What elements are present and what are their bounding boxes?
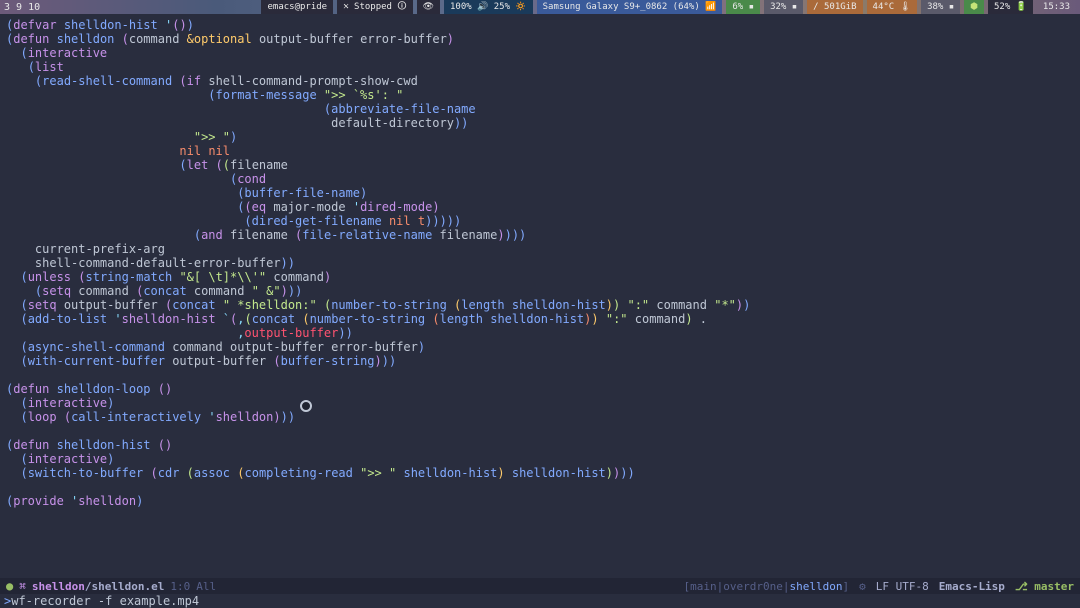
host-widget: emacs@pride (261, 0, 333, 14)
mem-widget: 32% ▪ (764, 0, 803, 14)
gpu-widget: 38% ▪ (921, 0, 960, 14)
modeline: ● ⌘ shelldon/shelldon.el 1:0 All [main|o… (0, 578, 1080, 594)
volume-widget[interactable]: 100% 🔊 25% 🔅 (444, 0, 533, 14)
workspace-btn[interactable]: 3 (4, 2, 10, 13)
system-topbar: 3 9 10 emacs@pride 🞫 Stopped 🛈 👁 100% 🔊 … (0, 0, 1080, 14)
minibuffer-input[interactable]: wf-recorder -f example.mp4 (11, 594, 199, 608)
temp-widget: 44°C 🌡 (867, 0, 918, 14)
gear-icon[interactable]: ⚙ (859, 580, 866, 593)
status-widgets: emacs@pride 🞫 Stopped 🛈 👁 100% 🔊 25% 🔅 S… (261, 0, 1076, 14)
device-widget[interactable]: Samsung Galaxy S9+_0862 (64%) 📶 (537, 0, 723, 14)
workspace-btn[interactable]: 10 (28, 2, 40, 13)
minibuffer[interactable]: > wf-recorder -f example.mp4 (0, 594, 1080, 608)
minibuffer-prompt: > (4, 594, 11, 608)
code-editor[interactable]: (defvar shelldon-hist '()) (defun shelld… (0, 14, 1080, 578)
cursor-position: 1:0 (170, 580, 190, 593)
spacer-widget: ⬢ (964, 0, 984, 14)
project-name[interactable]: shelldon (32, 580, 85, 593)
major-mode[interactable]: Emacs-Lisp (939, 580, 1005, 593)
vcs-branch[interactable]: ⎇ master (1015, 580, 1074, 593)
sync-widget: 🞫 Stopped 🛈 (337, 0, 412, 14)
perspective-list[interactable]: [main|overdr0ne|shelldon] (684, 580, 850, 593)
disk-widget: / 501GiB (807, 0, 862, 14)
eye-icon: 👁 (417, 0, 440, 14)
evil-state-indicator: ● (6, 579, 13, 593)
cpu-widget: 6% ▪ (726, 0, 760, 14)
clock-widget: 15:33 (1037, 0, 1076, 14)
encoding[interactable]: LF UTF-8 (876, 580, 929, 593)
buffer-name[interactable]: shelldon.el (91, 580, 164, 593)
workspace-list: 3 9 10 (0, 2, 40, 13)
buffer-icon: ⌘ (19, 580, 26, 593)
battery-widget: 52% 🔋 (988, 0, 1033, 14)
workspace-btn[interactable]: 9 (16, 2, 22, 13)
scroll-position: All (196, 580, 216, 593)
